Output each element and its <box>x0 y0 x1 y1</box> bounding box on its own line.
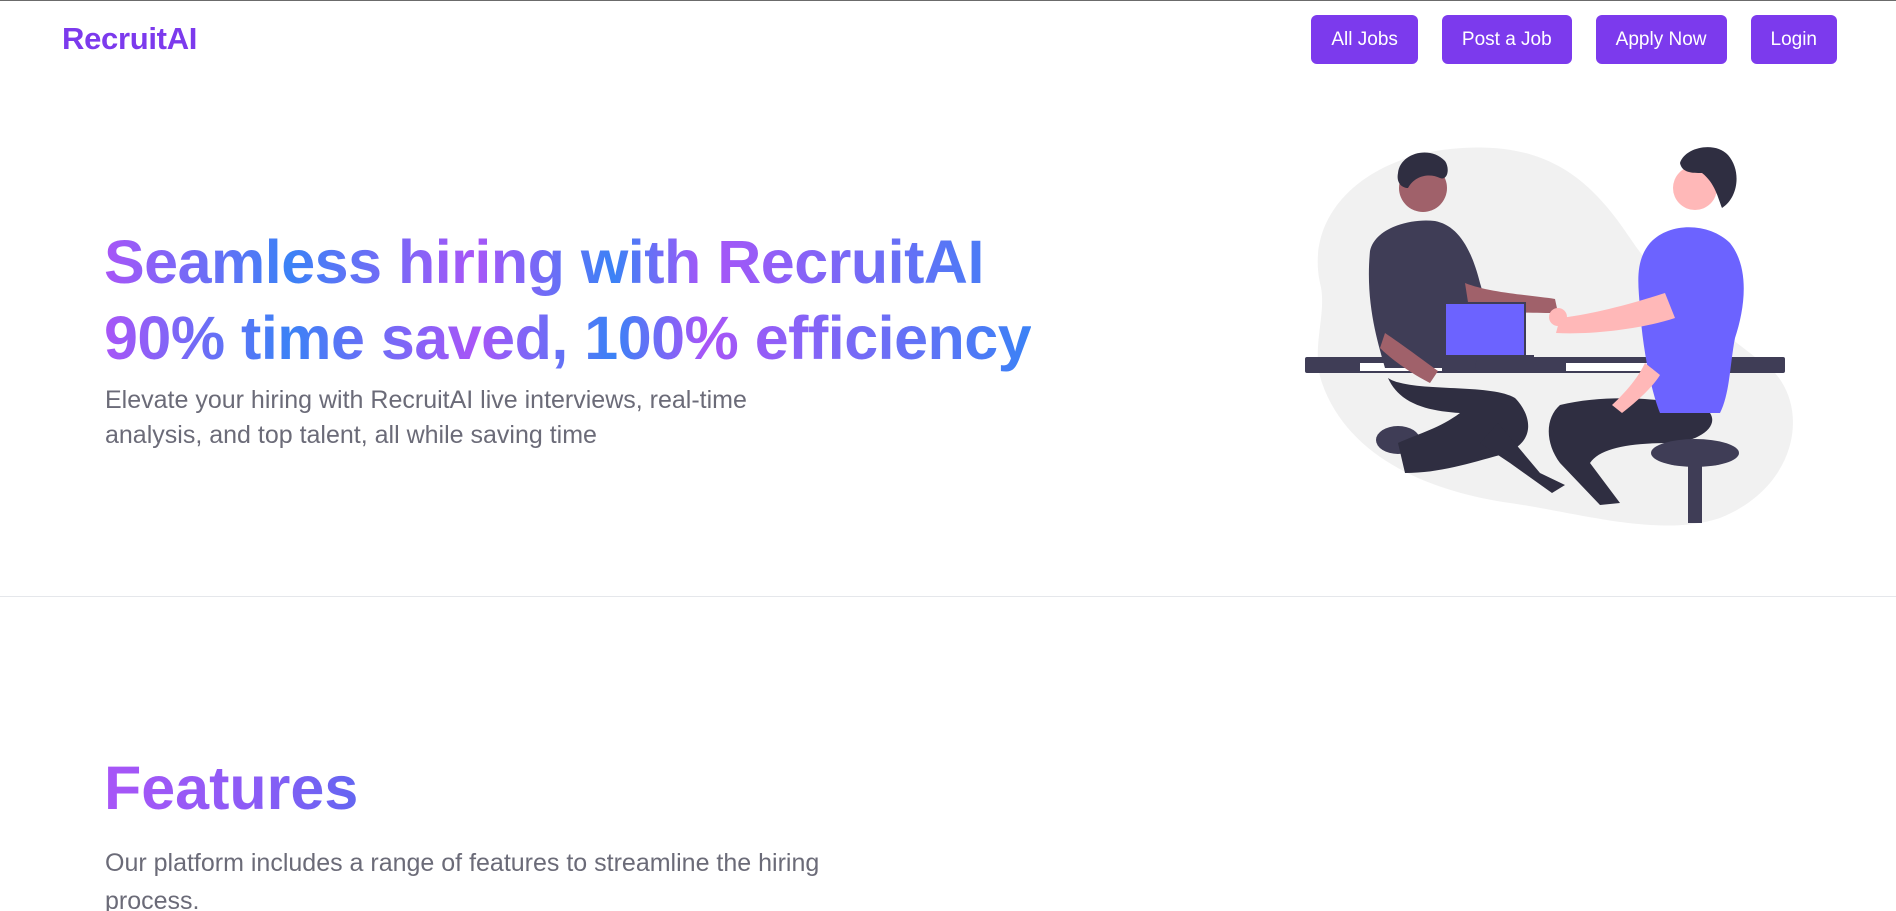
hero-section: Seamless hiring with RecruitAI 90% time … <box>0 79 1896 597</box>
features-subtitle: Our platform includes a range of feature… <box>105 849 820 911</box>
post-a-job-button[interactable]: Post a Job <box>1441 15 1572 64</box>
hero-title: Seamless hiring with RecruitAI 90% time … <box>104 224 1031 376</box>
hero-title-line1: Seamless hiring with RecruitAI <box>104 228 984 296</box>
navbar: RecruitAI All Jobs Post a Job Apply Now … <box>0 1 1896 79</box>
apply-now-button[interactable]: Apply Now <box>1595 15 1727 64</box>
features-title: Features <box>104 754 359 822</box>
handshake-interview-illustration <box>1305 147 1793 526</box>
all-jobs-button[interactable]: All Jobs <box>1311 15 1418 64</box>
login-button[interactable]: Login <box>1750 15 1837 64</box>
brand-logo[interactable]: RecruitAI <box>62 21 197 57</box>
nav-actions: All Jobs Post a Job Apply Now Login <box>1311 15 1837 64</box>
hero-subtitle: Elevate your hiring with RecruitAI live … <box>105 386 747 449</box>
hero-title-line2: 90% time saved, 100% efficiency <box>104 304 1032 372</box>
page: RecruitAI All Jobs Post a Job Apply Now … <box>0 0 1896 911</box>
section-divider <box>0 596 1896 597</box>
